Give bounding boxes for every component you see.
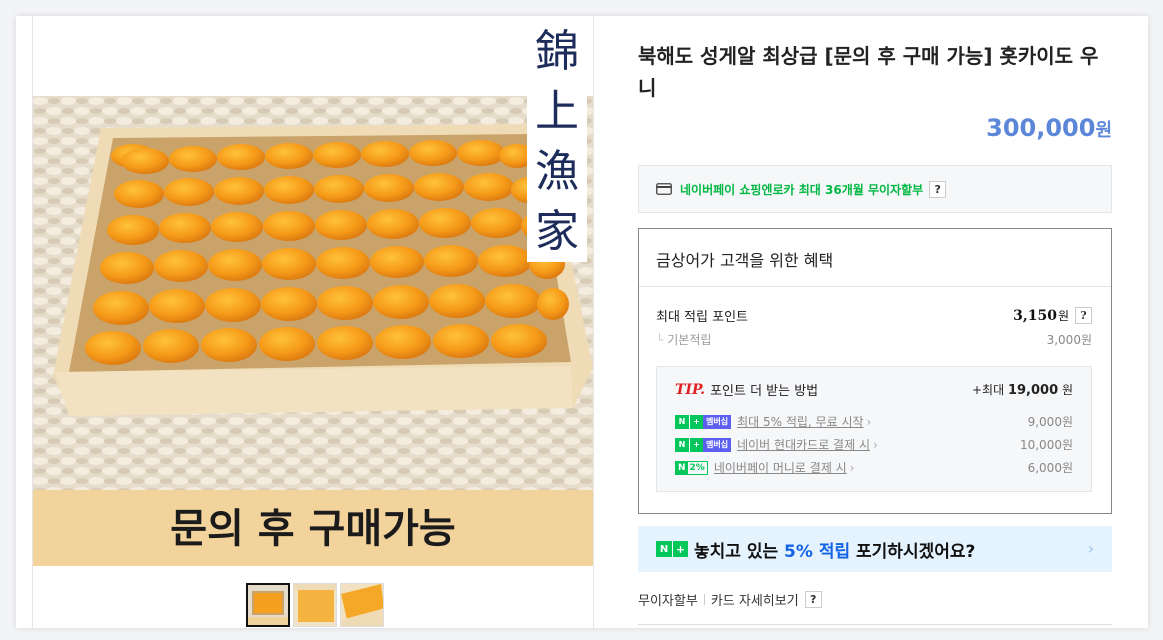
- tip-item-link[interactable]: 최대 5% 적립, 무료 시작: [737, 413, 863, 430]
- product-main-image[interactable]: 錦 上 漁 家 문의 후 구매가능: [33, 16, 593, 566]
- plus-icon: +: [689, 414, 703, 429]
- chevron-right-icon: ›: [866, 414, 872, 429]
- max-points-unit: 원: [1057, 309, 1069, 323]
- card-detail-help-button[interactable]: ?: [804, 591, 822, 608]
- product-price: 300,000원: [986, 114, 1112, 142]
- image-column: 錦 上 漁 家 문의 후 구매가능: [32, 16, 594, 628]
- brand-char-3: 漁: [535, 146, 579, 197]
- naver-n-icon: N: [656, 541, 672, 557]
- naver-n-icon: N: [675, 437, 689, 452]
- tip-max-value: 19,000: [1007, 383, 1059, 398]
- npay-money-percent: 2%: [689, 462, 705, 473]
- max-points-label: 최대 적립 포인트: [656, 310, 748, 325]
- thumbnail-3[interactable]: [340, 583, 384, 627]
- tree-branch-icon: └: [656, 333, 664, 347]
- naver-membership-badge: N + 멤버십: [675, 437, 732, 452]
- max-points-value: 3,150 원 ?: [1013, 307, 1092, 324]
- thumbnail-3-image: [341, 584, 383, 626]
- promo-highlight: 5% 적립: [784, 541, 851, 562]
- benefit-box: 금상어가 고객을 위한 혜택 최대 적립 포인트 3,150 원 ? └ 기본적립 …: [638, 228, 1112, 514]
- max-points-row: 최대 적립 포인트 3,150 원 ?: [656, 306, 1092, 325]
- chevron-right-icon: ›: [849, 460, 855, 475]
- tip-item-amount: 10,000원: [1019, 438, 1073, 452]
- tip-item-left: N + 멤버십 네이버 현대카드로 결제 시 ›: [675, 436, 878, 453]
- credit-card-icon: [656, 183, 672, 195]
- basic-points-row: └ 기본적립 3,000원: [656, 331, 1092, 348]
- tip-max-points: +최대 19,000 원: [972, 381, 1073, 398]
- tip-item-left: N 2% 네이버페이 머니로 결제 시 ›: [675, 459, 855, 476]
- tip-max-prefix: +최대: [971, 383, 1005, 397]
- naver-membership-badge: N +: [656, 541, 688, 557]
- price-currency: 원: [1095, 120, 1112, 141]
- tip-item-membership[interactable]: N + 멤버십 최대 5% 적립, 무료 시작 › 9,000원: [675, 413, 1073, 430]
- divider: [703, 594, 705, 605]
- tip-box: TIP. 포인트 더 받는 방법 +최대 19,000 원 N + 멤버십 최대…: [656, 366, 1092, 492]
- plus-icon: +: [689, 437, 703, 452]
- brand-char-4: 家: [535, 206, 579, 257]
- basic-points-label-text: 기본적립: [667, 333, 712, 347]
- tip-max-unit: 원: [1061, 383, 1073, 397]
- membership-badge-text: 멤버십: [703, 437, 732, 452]
- naver-n-icon: N: [675, 414, 689, 429]
- product-info: 북해도 성게알 최상급 [문의 후 구매 가능] 홋카이도 우니 300,000…: [638, 16, 1112, 628]
- tip-item-npay-money[interactable]: N 2% 네이버페이 머니로 결제 시 › 6,000원: [675, 459, 1073, 476]
- npay-help-button[interactable]: ?: [929, 180, 947, 198]
- npay-installment-banner: 네이버페이 쇼핑엔로카 최대 36개월 무이자할부 ?: [638, 165, 1112, 213]
- tip-heading: TIP. 포인트 더 받는 방법: [675, 380, 819, 400]
- tip-item-amount: 6,000원: [1027, 461, 1073, 475]
- tip-title: 포인트 더 받는 방법: [710, 384, 819, 399]
- price-value: 300,000: [986, 114, 1096, 142]
- thumbnail-1[interactable]: [246, 583, 290, 627]
- chevron-right-icon: ›: [1087, 539, 1094, 558]
- page-background: 錦 上 漁 家 문의 후 구매가능 북해도 성게알 최상급 [문의 후 구매 가…: [0, 0, 1163, 640]
- naver-n-icon: N: [676, 461, 688, 474]
- basic-points-value: 3,000원: [1046, 333, 1092, 347]
- thumbnail-2-image: [294, 584, 336, 626]
- plus-icon: +: [672, 541, 688, 557]
- npay-money-badge: N 2%: [675, 460, 708, 475]
- installment-footer: 무이자할부 카드 자세히보기 ?: [638, 590, 822, 609]
- thumbnail-strip: [246, 583, 384, 627]
- brand-char-1: 錦: [535, 26, 579, 77]
- sea-urchin-photo: 錦 上 漁 家 문의 후 구매가능: [33, 16, 593, 566]
- installment-link[interactable]: 무이자할부: [638, 590, 698, 609]
- tip-item-link[interactable]: 네이버 현대카드로 결제 시: [737, 436, 870, 453]
- promo-text: 놓치고 있는 5% 적립 포기하시겠어요?: [694, 537, 975, 562]
- card-detail-link[interactable]: 카드 자세히보기: [711, 590, 799, 609]
- npay-installment-text: 네이버페이 쇼핑엔로카 최대 36개월 무이자할부: [680, 182, 924, 197]
- max-points-number: 3,150: [1013, 307, 1057, 324]
- chevron-right-icon: ›: [872, 437, 878, 452]
- product-card: 錦 上 漁 家 문의 후 구매가능 북해도 성게알 최상급 [문의 후 구매 가…: [16, 16, 1148, 628]
- naver-membership-badge: N + 멤버십: [675, 414, 732, 429]
- benefit-heading: 금상어가 고객을 위한 혜택: [639, 229, 1111, 287]
- membership-promo-banner[interactable]: N + 놓치고 있는 5% 적립 포기하시겠어요? ›: [638, 526, 1112, 572]
- product-title: 북해도 성게알 최상급 [문의 후 구매 가능] 홋카이도 우니: [638, 44, 1099, 100]
- tip-item-link[interactable]: 네이버페이 머니로 결제 시: [714, 459, 847, 476]
- thumbnail-1-image: [248, 585, 288, 625]
- tip-item-amount: 9,000원: [1027, 415, 1073, 429]
- image-banner-text: 문의 후 구매가능: [170, 505, 455, 552]
- promo-text-before: 놓치고 있는: [694, 541, 779, 562]
- tip-mark: TIP.: [675, 381, 706, 398]
- tip-item-left: N + 멤버십 최대 5% 적립, 무료 시작 ›: [675, 413, 871, 430]
- brand-char-2: 上: [535, 86, 579, 137]
- promo-text-after: 포기하시겠어요?: [856, 541, 976, 562]
- basic-points-label: └ 기본적립: [656, 331, 711, 348]
- tip-item-hyundai-card[interactable]: N + 멤버십 네이버 현대카드로 결제 시 › 10,000원: [675, 436, 1073, 453]
- max-points-help-button[interactable]: ?: [1075, 307, 1092, 324]
- membership-badge-text: 멤버십: [703, 414, 732, 429]
- divider: [638, 624, 1112, 625]
- thumbnail-2[interactable]: [293, 583, 337, 627]
